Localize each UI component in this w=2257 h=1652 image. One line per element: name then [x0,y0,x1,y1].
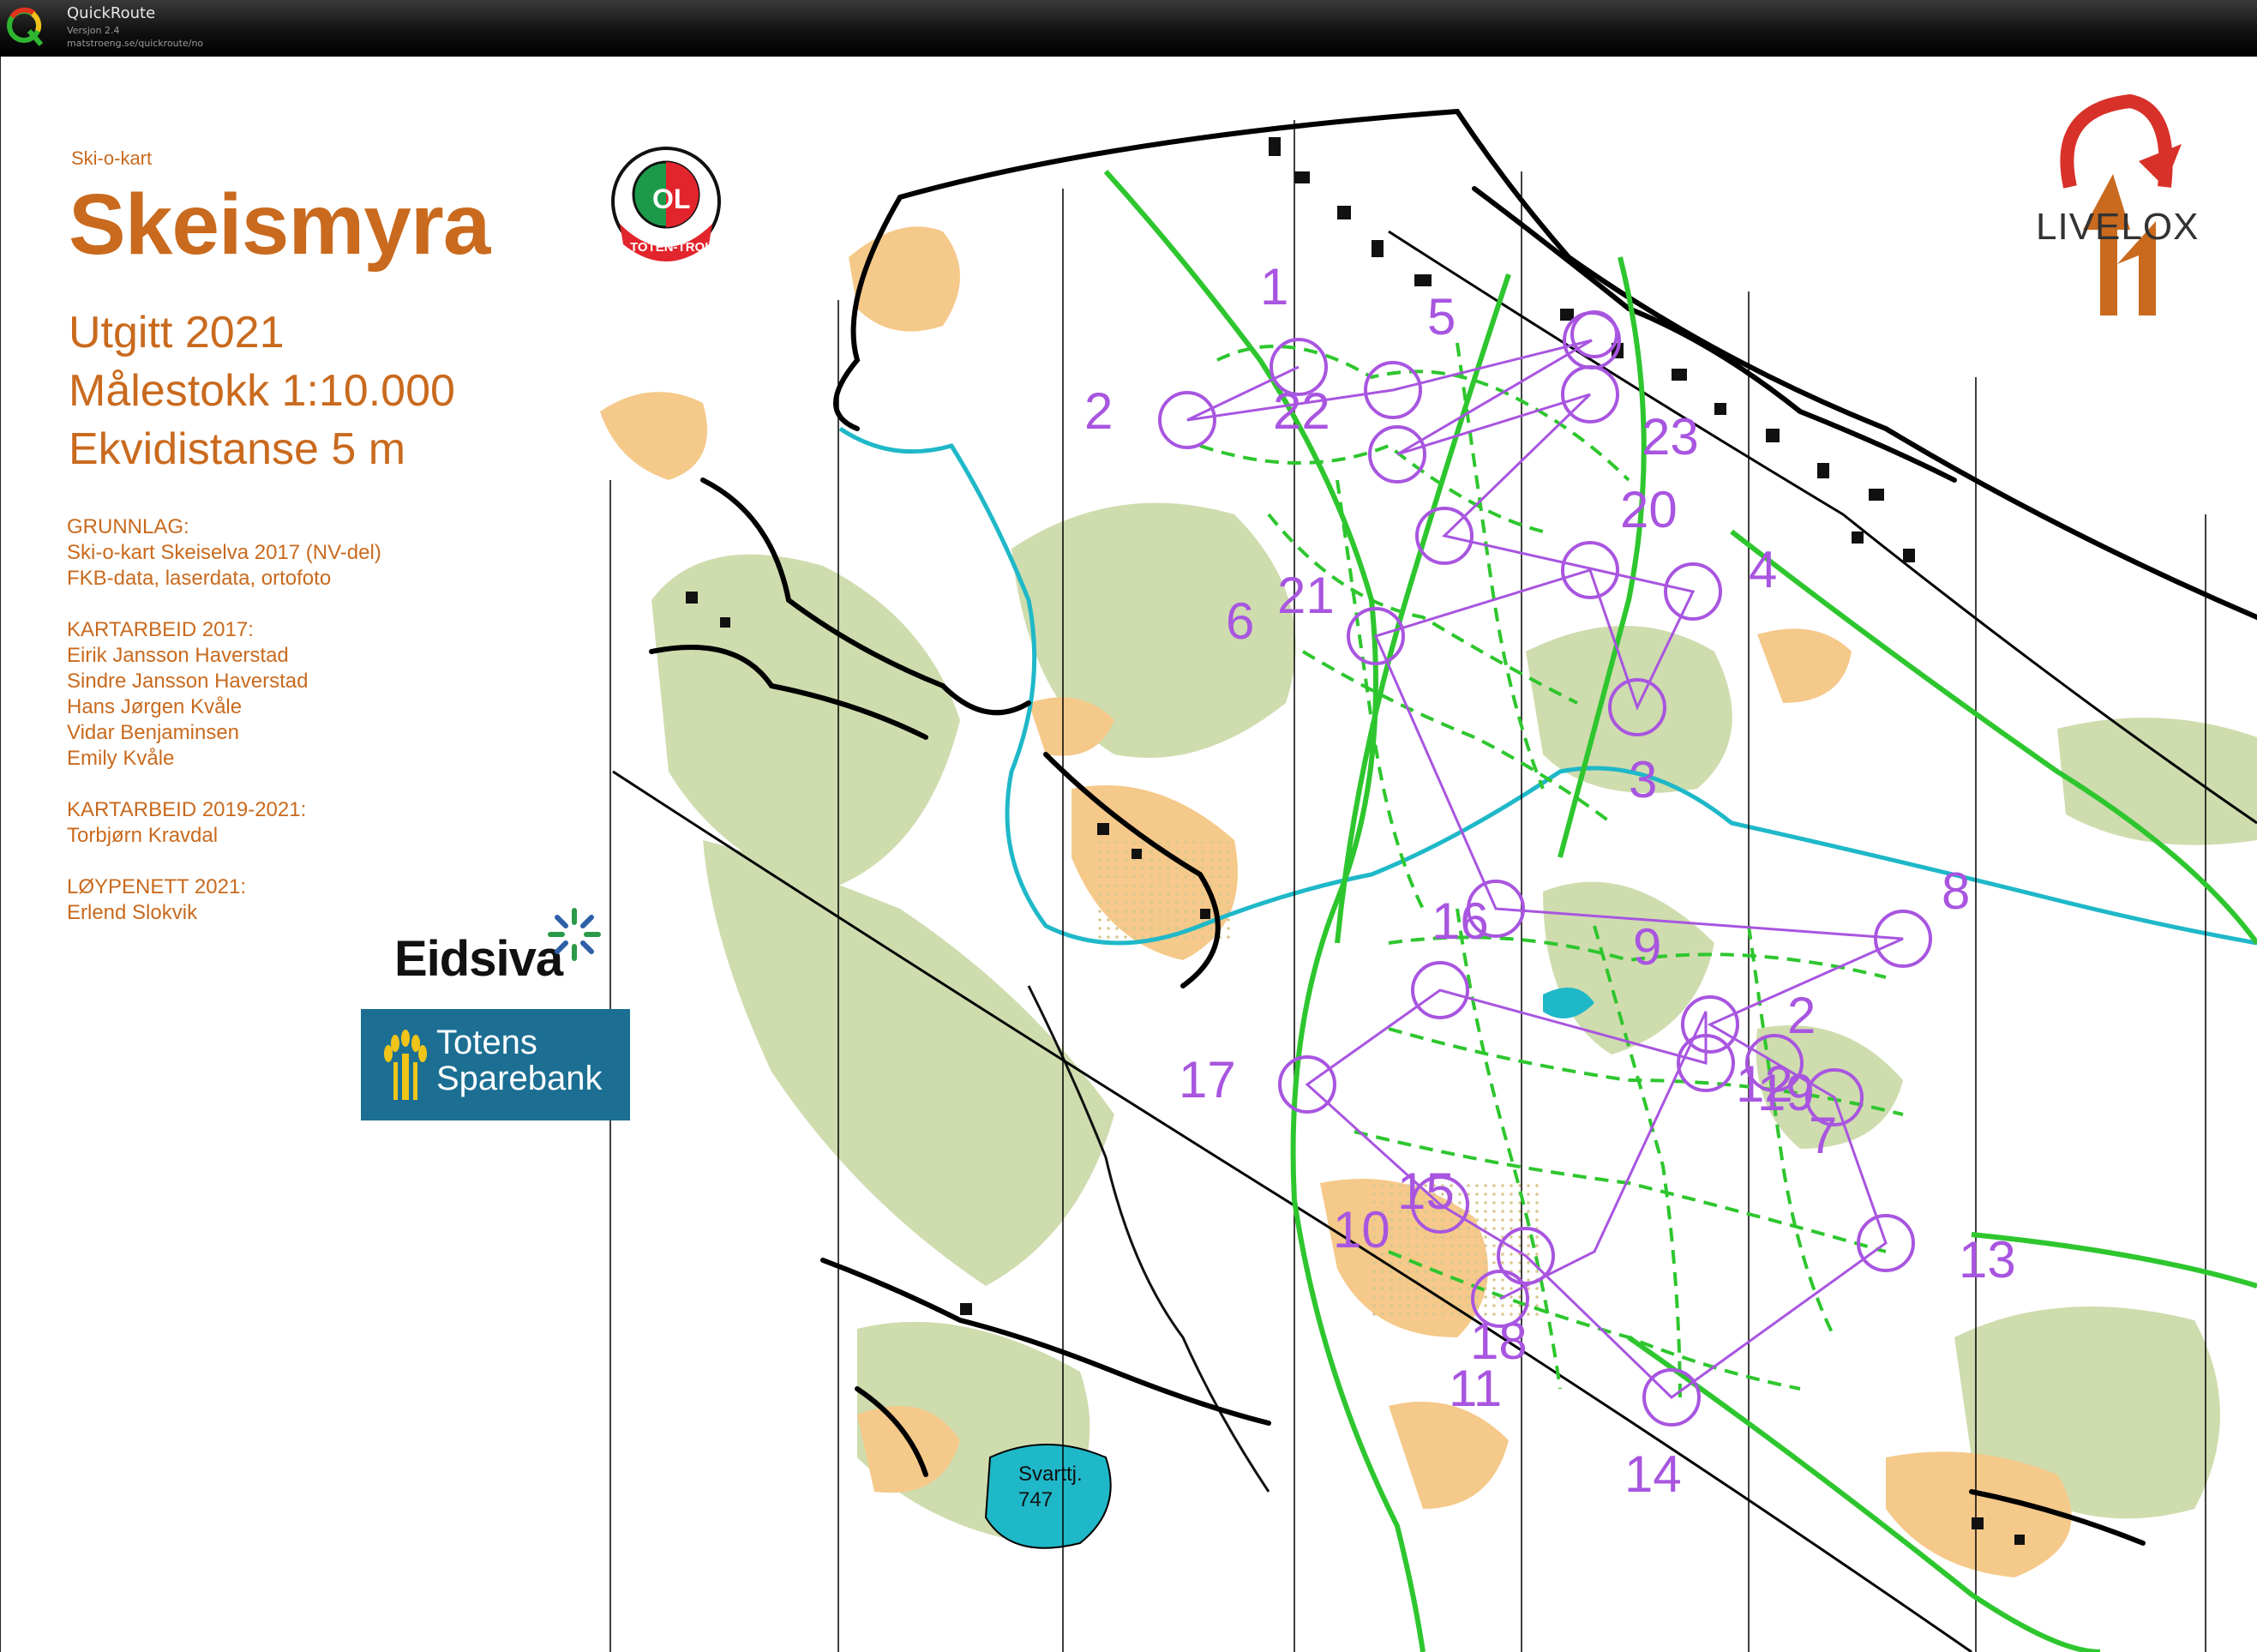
eidsiva-flower-icon [548,908,601,961]
credit-line: FKB-data, laserdata, ortofoto [67,567,332,590]
app-url: matstroeng.se/quickroute/no [67,38,204,49]
wheat-icon [384,1030,427,1100]
credit-line: Erlend Slokvik [67,901,198,924]
totens-line1: Totens [436,1024,537,1061]
svg-text:TOTEN-TROLL: TOTEN-TROLL [630,240,721,255]
contour-interval: Ekvidistanse 5 m [69,424,406,474]
map-title: Skeismyra [69,177,490,273]
app-name: QuickRoute [67,4,156,22]
quickroute-app-icon [7,7,44,46]
map-credits: GRUNNLAG: Ski-o-kart Skeiselva 2017 (NV-… [67,514,381,926]
livelox-text: LIVELOX [2036,206,2200,248]
map-kind: Ski-o-kart [71,147,153,169]
livelox-logo: LIVELOX [2036,93,2198,341]
lake-label: Svarttj. 747 [1018,1462,1083,1513]
totens-sparebank-logo: Totens Sparebank [361,1009,630,1120]
map-scale: Målestokk 1:10.000 [69,366,455,416]
window-title-bar: QuickRoute Versjon 2.4 matstroeng.se/qui… [0,0,2257,57]
lake-name: Svarttj. [1018,1463,1083,1486]
credit-line: Emily Kvåle [67,747,175,770]
credit-line: Hans Jørgen Kvåle [67,695,243,718]
credit-heading: KARTARBEID 2017: [67,618,254,641]
credit-line: Eirik Jansson Haverstad [67,644,289,667]
ol-toten-troll-logo: OL TOTEN-TROLL [611,147,721,261]
credit-line: Sindre Jansson Haverstad [67,670,309,693]
credit-line: Ski-o-kart Skeiselva 2017 (NV-del) [67,541,381,564]
credit-heading: KARTARBEID 2019-2021: [67,798,307,821]
totens-line2: Sparebank [436,1060,603,1097]
eidsiva-logo-text: Eidsiva [394,931,563,987]
credit-line: Vidar Benjaminsen [67,721,240,744]
published-year: Utgitt 2021 [69,308,285,357]
credit-heading: GRUNNLAG: [67,515,189,538]
svg-text:OL: OL [652,183,690,214]
totens-text: Totens Sparebank [436,1024,602,1096]
credit-line: Torbjørn Kravdal [67,824,219,847]
lake-elevation: 747 [1018,1488,1053,1511]
app-version: Versjon 2.4 [67,25,120,36]
credit-heading: LØYPENETT 2021: [67,875,246,898]
